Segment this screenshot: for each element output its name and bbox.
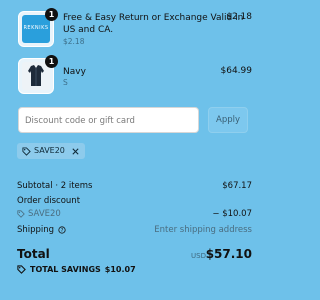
total-savings-value: $10.07 bbox=[104, 265, 136, 274]
order-discount-code-row: SAVE20 bbox=[17, 209, 61, 219]
applied-discount-code: SAVE20 bbox=[34, 146, 65, 155]
quantity-badge: 1 bbox=[45, 55, 58, 68]
info-icon[interactable]: ? bbox=[58, 226, 66, 234]
product-image-logo: REKNIKS bbox=[23, 25, 49, 31]
line-item-subtitle: S bbox=[63, 78, 68, 87]
line-item-title-line2: US and CA. bbox=[63, 25, 114, 35]
applied-discount-tag: SAVE20 bbox=[17, 143, 85, 159]
tag-icon bbox=[22, 146, 31, 156]
line-item-title: Navy bbox=[63, 67, 86, 77]
jacket-image bbox=[28, 65, 44, 86]
line-item-price: $2.18 bbox=[226, 12, 252, 22]
tag-icon bbox=[17, 265, 26, 274]
product-image bbox=[22, 62, 50, 90]
shipping-value: Enter shipping address bbox=[154, 225, 252, 235]
discount-code-input[interactable] bbox=[19, 109, 198, 133]
line-item-title: Free & Easy Return or Exchange Valid in bbox=[63, 13, 244, 23]
total-savings-label: TOTAL SAVINGS bbox=[30, 265, 101, 274]
quantity-badge: 1 bbox=[45, 8, 58, 21]
apply-button[interactable]: Apply bbox=[208, 107, 248, 133]
order-discount-code: SAVE20 bbox=[28, 209, 61, 219]
total-savings: TOTAL SAVINGS $10.07 bbox=[17, 265, 136, 274]
product-image: REKNIKS bbox=[22, 15, 50, 43]
shipping-label: Shipping bbox=[17, 225, 55, 235]
close-icon[interactable] bbox=[71, 147, 80, 156]
subtotal-label: Subtotal · 2 items bbox=[17, 181, 93, 191]
shipping-row: Shipping ? bbox=[17, 225, 66, 235]
total-currency: USD bbox=[191, 252, 206, 260]
line-item-subtitle: $2.18 bbox=[63, 37, 85, 46]
tag-icon bbox=[17, 210, 25, 218]
line-item-price: $64.99 bbox=[220, 66, 253, 76]
total-value: $57.10 bbox=[205, 247, 252, 261]
discount-field[interactable] bbox=[18, 107, 199, 133]
order-discount-value: − $10.07 bbox=[212, 209, 252, 219]
subtotal-value: $67.17 bbox=[222, 181, 252, 191]
order-discount-label: Order discount bbox=[17, 196, 81, 206]
total-label: Total bbox=[17, 247, 50, 261]
